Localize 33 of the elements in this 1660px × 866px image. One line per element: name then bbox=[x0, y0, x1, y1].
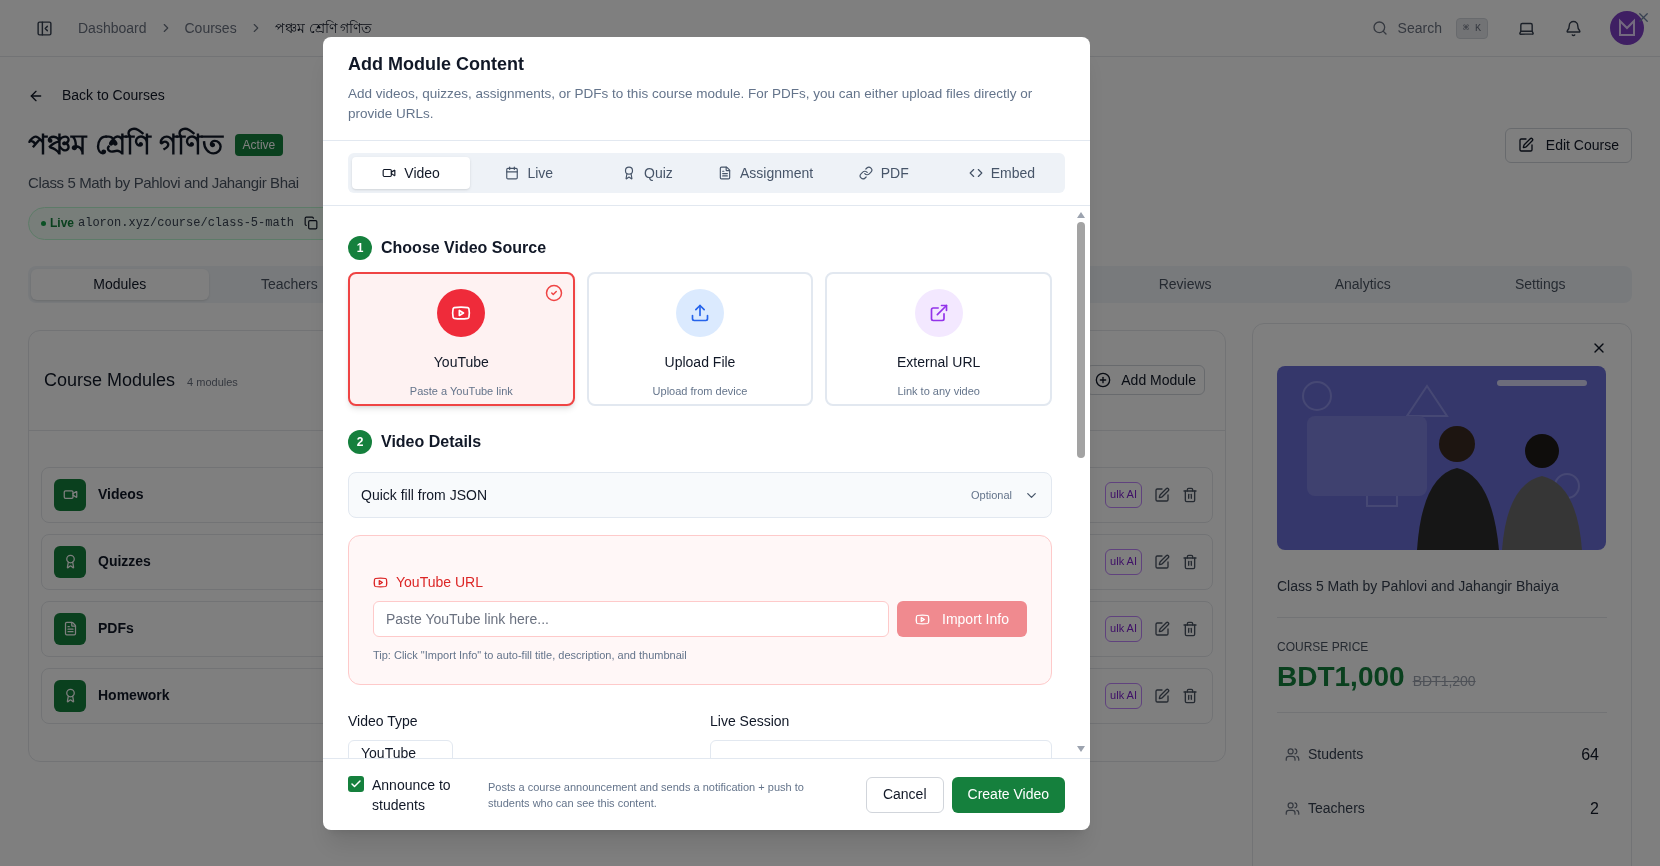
field-label: Live Session bbox=[710, 712, 791, 731]
field-label: YouTube URL bbox=[396, 573, 483, 592]
modal-title: Add Module Content bbox=[348, 53, 525, 76]
announce-note: Posts a course announcement and sends a notification + push to students who can see this content. bbox=[488, 779, 805, 811]
announce-label: Announce to students bbox=[372, 775, 452, 815]
stat-value: 2 bbox=[1590, 798, 1599, 819]
breadcrumb-item: পঞ্চম শ্রেণি গণিত bbox=[274, 18, 373, 38]
module-name: Homework bbox=[98, 686, 170, 705]
module-name: Videos bbox=[98, 485, 144, 504]
module-name: Quizzes bbox=[98, 552, 151, 571]
course-url: aloron.xyz/course/class-5-math bbox=[78, 215, 295, 232]
status-badge: Active bbox=[234, 134, 284, 156]
course-title: পঞ্চম শ্রেণি গণিত bbox=[28, 126, 223, 162]
step-number: 2 bbox=[348, 430, 372, 454]
step-title: Video Details bbox=[381, 432, 482, 452]
stat-label: Teachers bbox=[1308, 799, 1365, 818]
stat-value: 64 bbox=[1581, 744, 1599, 765]
stat-label: Students bbox=[1308, 745, 1364, 764]
live-label: Live bbox=[50, 215, 74, 232]
shortcut-key: ⌘ K bbox=[1455, 17, 1488, 39]
price-label: COURSE PRICE bbox=[1277, 638, 1370, 656]
module-name: PDFs bbox=[98, 619, 134, 638]
card-title: Course Modules bbox=[44, 368, 176, 392]
step-title: Choose Video Source bbox=[381, 238, 547, 258]
tip-text: Tip: Click "Import Info" to auto-fill title, description, and thumbnail bbox=[373, 648, 688, 663]
module-count: 4 modules bbox=[187, 374, 238, 390]
optional-label: Optional bbox=[971, 487, 1012, 503]
step-number: 1 bbox=[348, 236, 372, 260]
course-price: BDT1,000 bbox=[1277, 659, 1405, 694]
course-subtitle: Class 5 Math by Pahlovi and Jahangir Bhai bbox=[28, 173, 299, 193]
course-caption: Class 5 Math by Pahlovi and Jahangir Bhaiya bbox=[1277, 575, 1607, 618]
modal-description: Add videos, quizzes, assignments, or PDFs to this course module. For PDFs, you can either upload files directly or provide URLs. bbox=[348, 85, 1034, 123]
field-label: Video Type bbox=[348, 712, 419, 731]
